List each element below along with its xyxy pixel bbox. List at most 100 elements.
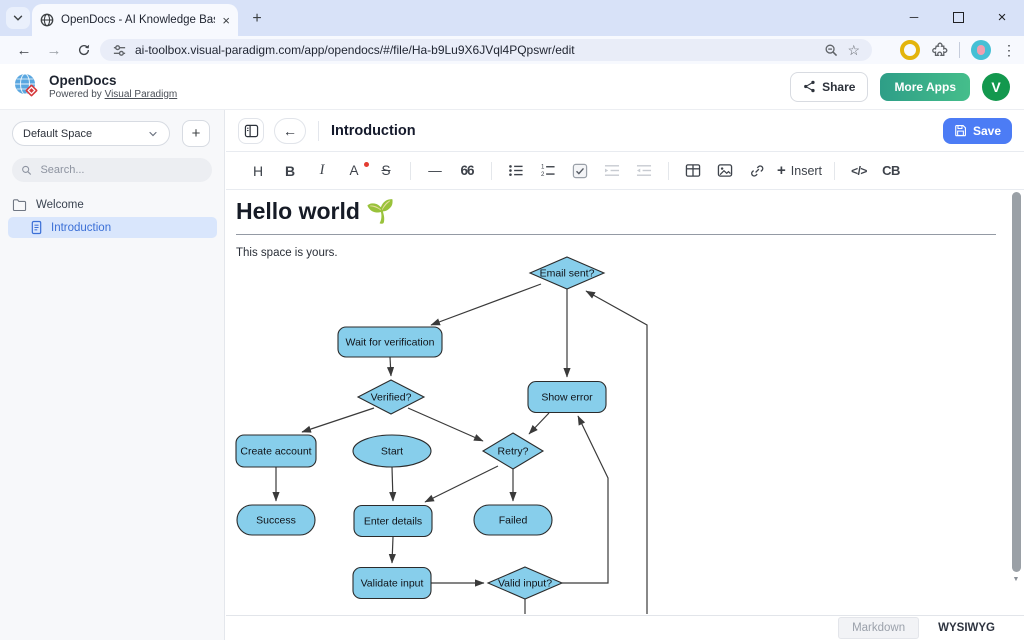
space-selector-value: Default Space <box>23 128 92 140</box>
strikethrough-button[interactable]: S <box>372 159 400 183</box>
flow-edge-wait-verification-verified <box>390 357 391 376</box>
back-button[interactable]: ← <box>12 39 36 61</box>
heading-button[interactable]: H <box>244 159 272 183</box>
flow-node-label-verified: Verified? <box>371 392 412 404</box>
plus-icon: + <box>777 162 786 179</box>
chrome-right-icons: ⋮ <box>900 39 1016 61</box>
forward-button[interactable]: → <box>42 39 66 61</box>
profile-avatar[interactable] <box>971 40 991 60</box>
link-button[interactable] <box>743 159 771 183</box>
sidebar-item-label: Introduction <box>51 222 111 234</box>
doc-header: ← Introduction Save <box>226 110 1024 152</box>
divider <box>834 162 835 180</box>
flow-node-label-start: Start <box>381 446 403 458</box>
scrollbar-thumb[interactable] <box>1012 192 1021 572</box>
flow-node-label-email-sent: Email sent? <box>540 268 595 280</box>
outdent-button[interactable] <box>630 159 658 183</box>
flow-node-label-enter-details: Enter details <box>364 516 422 528</box>
document-content[interactable]: Hello world 🌱 This space is yours. Email… <box>226 190 1024 614</box>
flow-edge-show-error-retry <box>529 413 549 434</box>
insert-button[interactable]: + Insert <box>775 159 824 183</box>
flow-edge-enter-details-validate-input <box>392 537 393 563</box>
chevron-down-icon <box>147 128 159 140</box>
blockquote-button[interactable]: 66 <box>453 159 481 183</box>
divider <box>410 162 411 180</box>
task-list-button[interactable] <box>566 159 594 183</box>
flow-node-label-retry: Retry? <box>498 446 529 458</box>
folder-icon <box>12 198 27 211</box>
chevron-down-icon <box>11 11 25 25</box>
tab-title: OpenDocs - AI Knowledge Base <box>61 14 215 26</box>
table-button[interactable] <box>679 159 707 183</box>
zoom-icon[interactable] <box>824 43 839 58</box>
reload-icon <box>77 43 91 57</box>
insert-label: Insert <box>791 164 822 178</box>
vertical-scrollbar[interactable]: ▲ ▼ <box>1009 190 1023 588</box>
tab-close-icon[interactable]: × <box>222 14 230 27</box>
share-icon <box>803 80 816 93</box>
svg-text:1: 1 <box>541 164 545 171</box>
visual-paradigm-link[interactable]: Visual Paradigm <box>105 89 178 100</box>
space-selector[interactable]: Default Space <box>12 121 170 146</box>
sidebar-item-welcome[interactable]: Welcome <box>12 198 84 211</box>
add-page-button[interactable]: + <box>182 120 210 147</box>
browser-tabstrip: OpenDocs - AI Knowledge Base × + ─ × <box>0 0 1024 36</box>
numbered-list-button[interactable]: 1 2 <box>534 159 562 183</box>
user-avatar[interactable]: V <box>982 73 1010 101</box>
tab-search-button[interactable] <box>6 7 30 29</box>
italic-button[interactable]: I <box>308 159 336 183</box>
editor-pane: ← Introduction Save H B I A S — 66 <box>226 110 1024 640</box>
horizontal-rule-button[interactable]: — <box>421 159 449 183</box>
flow-node-label-show-error: Show error <box>541 392 593 404</box>
scroll-down-arrow[interactable]: ▼ <box>1009 572 1023 586</box>
flowchart-diagram[interactable]: Email sent? Wait for verification Verified… <box>226 190 1008 614</box>
minimize-button[interactable]: ─ <box>892 0 936 34</box>
bookmark-star-icon[interactable]: ☆ <box>847 42 860 59</box>
save-button[interactable]: Save <box>943 118 1012 144</box>
bullet-list-button[interactable] <box>502 159 530 183</box>
bold-button[interactable]: B <box>276 159 304 183</box>
divider <box>318 121 319 141</box>
text-color-button[interactable]: A <box>340 159 368 183</box>
window-controls: ─ × <box>892 0 1024 34</box>
toggle-sidebar-button[interactable] <box>238 118 264 144</box>
flow-node-label-validate-input: Validate input <box>361 578 424 590</box>
document-icon <box>30 220 43 235</box>
inline-code-button[interactable]: </> <box>845 159 873 183</box>
indent-button[interactable] <box>598 159 626 183</box>
omnibox[interactable]: ai-toolbox.visual-paradigm.com/app/opend… <box>100 39 872 61</box>
image-icon <box>717 163 733 178</box>
divider <box>668 162 669 180</box>
reload-button[interactable] <box>72 39 96 61</box>
site-settings-icon <box>112 43 127 58</box>
sidebar: Default Space + Welcome Introductio <box>0 110 225 640</box>
flow-edge-verified-retry <box>408 408 483 441</box>
browser-urlbar: ← → ai-toolbox.visual-paradigm.com/app/o… <box>0 36 1024 65</box>
powered-by-prefix: Powered by <box>49 89 105 100</box>
share-button[interactable]: Share <box>790 72 868 102</box>
browser-window: OpenDocs - AI Knowledge Base × + ─ × ← → <box>0 0 1024 640</box>
divider <box>959 42 960 58</box>
image-button[interactable] <box>711 159 739 183</box>
sidebar-item-introduction[interactable]: Introduction <box>8 217 217 238</box>
extension-ring-icon[interactable] <box>900 40 920 60</box>
browser-menu-icon[interactable]: ⋮ <box>1002 42 1016 59</box>
close-window-button[interactable]: × <box>980 0 1024 34</box>
brand-block: OpenDocs Powered by Visual Paradigm <box>49 73 177 100</box>
indent-icon <box>604 163 620 178</box>
extensions-puzzle-icon[interactable] <box>931 42 948 59</box>
brand-name: OpenDocs <box>49 73 177 89</box>
browser-tab[interactable]: OpenDocs - AI Knowledge Base × <box>32 4 238 36</box>
more-apps-button[interactable]: More Apps <box>880 73 970 101</box>
code-block-button[interactable]: CB <box>877 159 905 183</box>
new-tab-button[interactable]: + <box>246 8 268 30</box>
search-box[interactable] <box>12 158 212 182</box>
flow-edge-valid-input-show-error <box>562 416 608 583</box>
flow-node-label-wait-verification: Wait for verification <box>346 337 435 349</box>
wysiwyg-mode-tab[interactable]: WYSIWYG <box>925 618 1008 638</box>
markdown-mode-tab[interactable]: Markdown <box>838 617 919 639</box>
maximize-button[interactable] <box>936 0 980 34</box>
search-input[interactable] <box>38 163 203 177</box>
color-dot-icon <box>364 162 369 167</box>
doc-back-button[interactable]: ← <box>274 118 306 144</box>
